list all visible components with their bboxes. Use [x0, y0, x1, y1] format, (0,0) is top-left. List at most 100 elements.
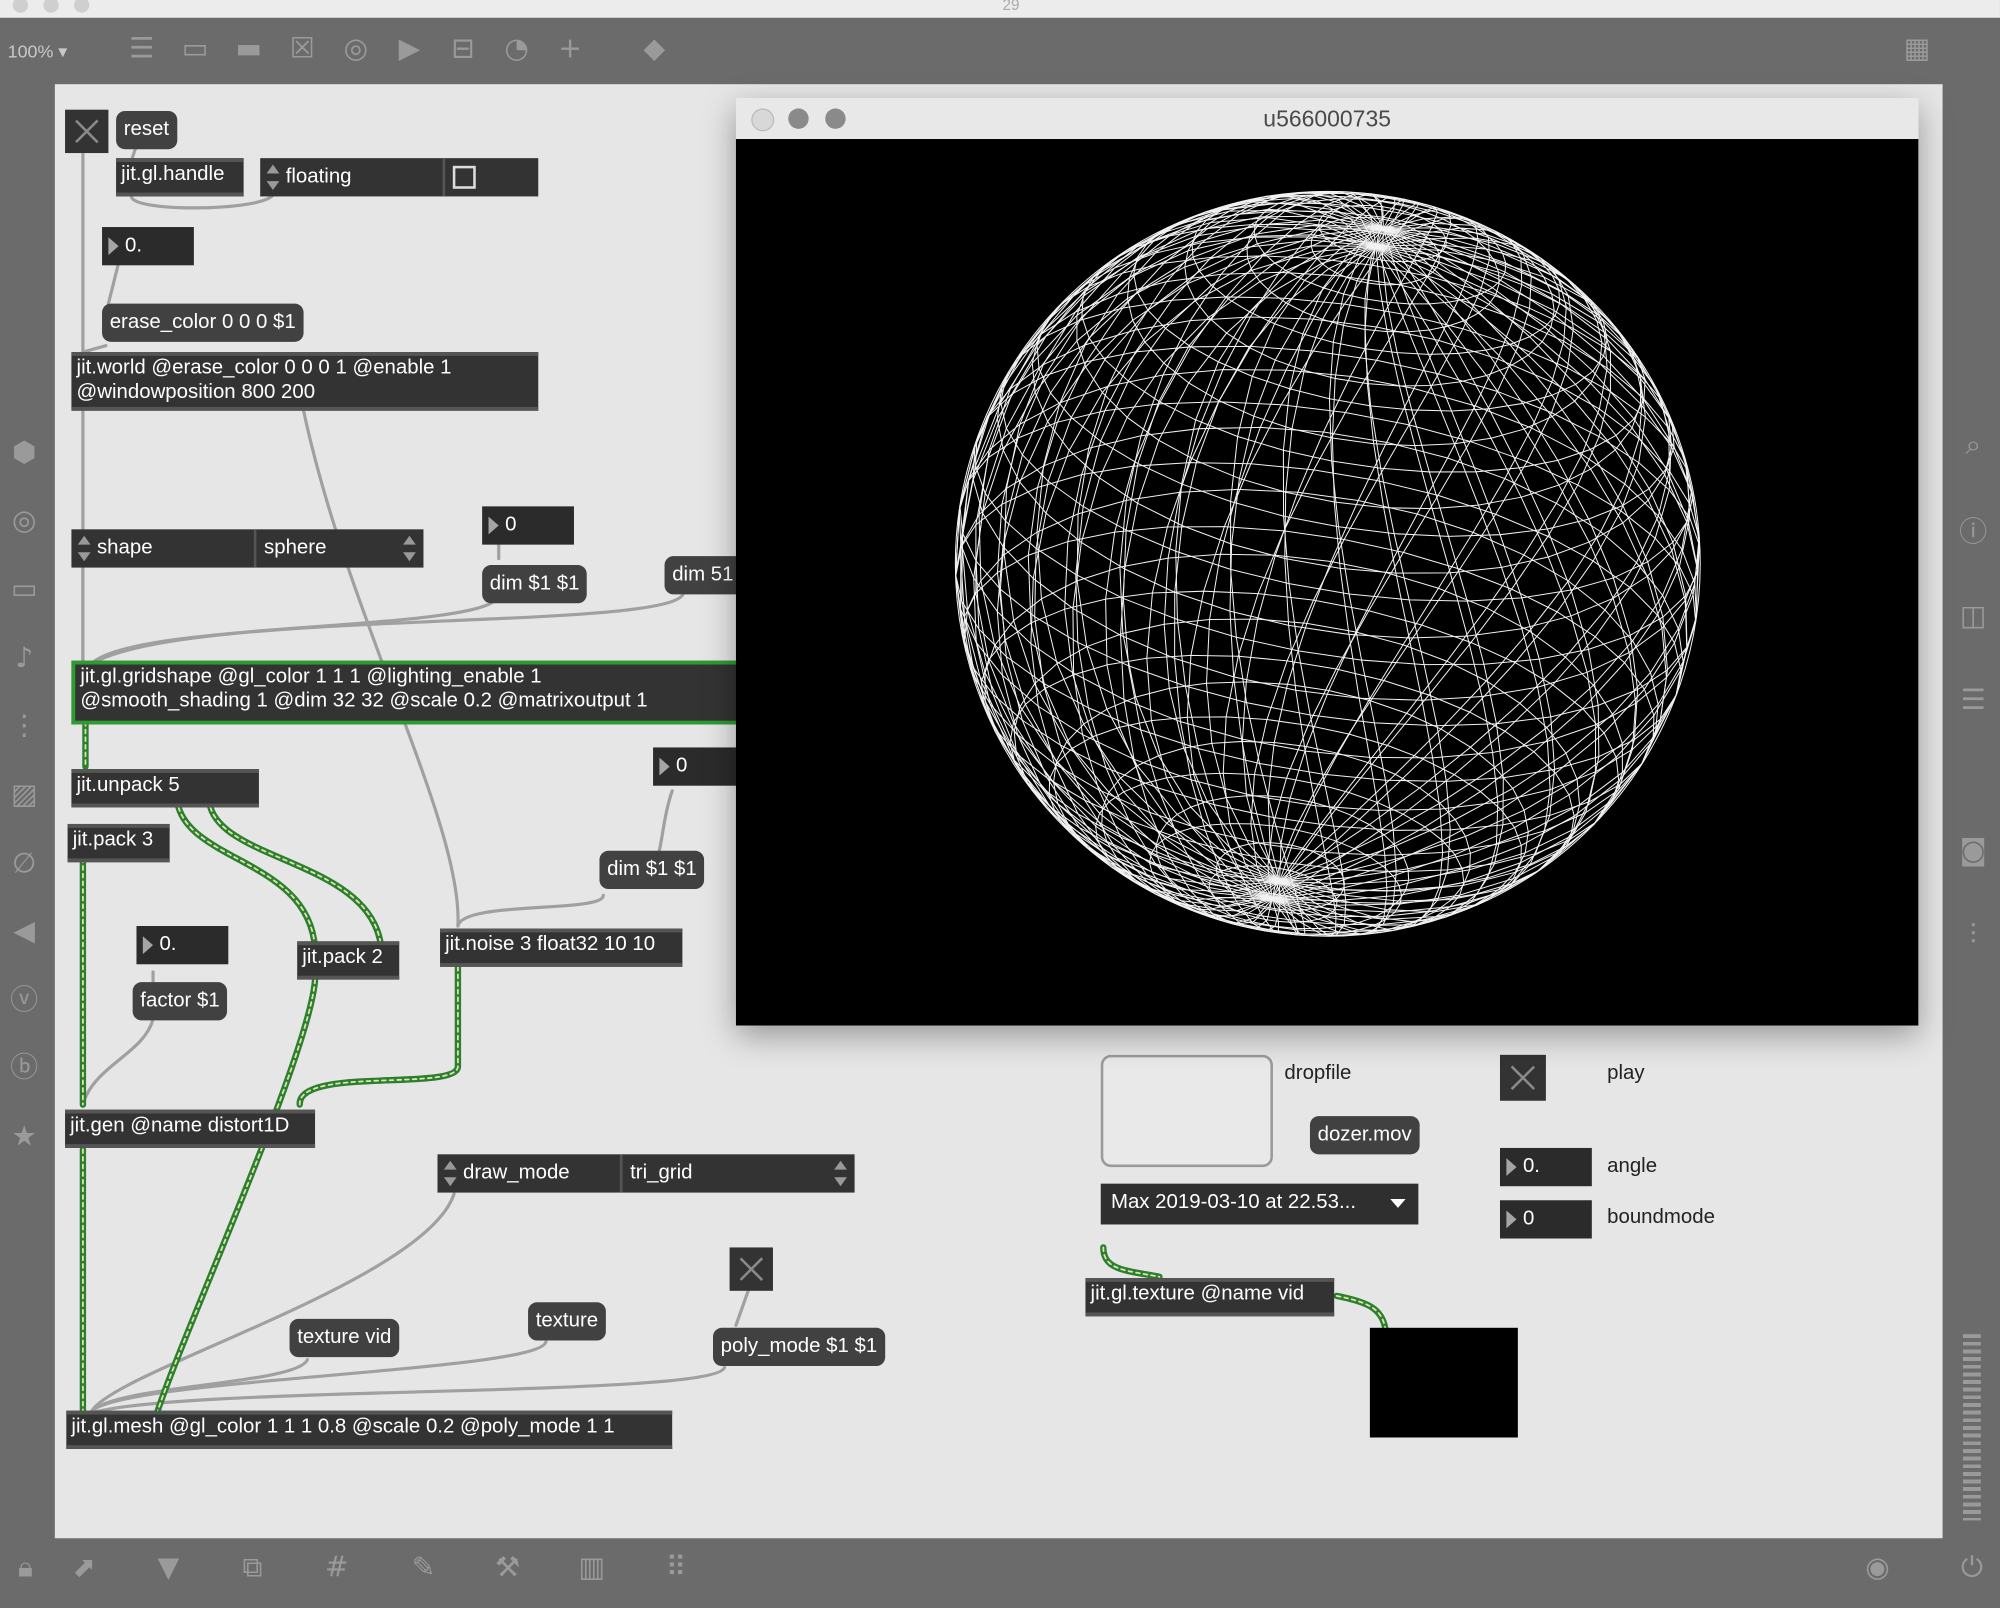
sequence-icon[interactable]: ⋮ — [6, 709, 42, 745]
jit-pack3-object[interactable]: jit.pack 3 — [67, 823, 170, 863]
jit-noise-object[interactable]: jit.noise 3 float32 10 10 — [440, 928, 683, 967]
chevron-down-icon — [1390, 1198, 1406, 1208]
alpha-number-box[interactable]: 0. — [102, 227, 194, 266]
cube-icon[interactable]: ⬢ — [6, 436, 42, 472]
draw-mode-attrui[interactable]: draw_mode tri_grid — [437, 1154, 855, 1193]
reset-toggle[interactable] — [65, 109, 109, 154]
paperclip-icon[interactable]: ∅ — [6, 847, 42, 883]
zoom-menu[interactable]: 100% ▾ — [8, 41, 68, 63]
texture-preview-pwindow — [1369, 1327, 1518, 1438]
lock-icon[interactable]: 🔒︎ — [8, 1551, 44, 1587]
attrui-value-arrows-icon — [403, 535, 416, 562]
slider-icon[interactable]: ⊟ — [446, 33, 479, 66]
dial-icon[interactable]: ◔ — [500, 33, 533, 66]
max-patcher-window: 29 100% ▾ ☰ ▭ ▬ ☒ ◎ ▶ ⊟ ◔ + ◆ ▦ ⬢ ◎ ▭ ♪ … — [0, 0, 2000, 1608]
shape-attrui[interactable]: shape sphere — [71, 529, 424, 568]
paint-bucket-icon[interactable]: ◆ — [638, 33, 671, 66]
comment-icon[interactable]: ▭ — [179, 33, 212, 66]
image-icon[interactable]: ▨ — [6, 778, 42, 814]
reset-message[interactable]: reset — [116, 110, 177, 150]
close-window-button[interactable] — [12, 0, 29, 13]
dim-message-3[interactable]: dim $1 $1 — [599, 850, 705, 890]
audio-icon[interactable]: ◉ — [1860, 1551, 1896, 1587]
button-icon[interactable]: ◎ — [339, 33, 372, 66]
jit-world-line2: @windowposition 800 200 — [76, 381, 316, 404]
render-view — [735, 139, 1919, 1026]
b-circle-icon[interactable]: ⓑ — [6, 1051, 42, 1087]
target-icon[interactable]: ◎ — [6, 504, 42, 540]
wireframe-sphere — [954, 190, 1701, 937]
factor-message[interactable]: factor $1 — [132, 982, 228, 1021]
erase-color-message[interactable]: erase_color 0 0 0 $1 — [102, 303, 304, 342]
boundmode-label: boundmode — [1607, 1206, 1715, 1229]
play-label: play — [1607, 1062, 1645, 1085]
shape-attrui-label: shape — [71, 529, 257, 568]
toggle-icon[interactable]: ☒ — [286, 33, 319, 66]
presentation-mode-icon[interactable]: ▼ — [151, 1551, 187, 1587]
camera-icon[interactable]: ◙ — [1955, 834, 1991, 870]
noise-dim-number-box[interactable]: 0 — [653, 747, 743, 786]
factor-number-box[interactable]: 0. — [136, 926, 229, 965]
floating-attrui[interactable]: floating — [260, 158, 539, 197]
edit-pointer-icon[interactable]: ⬈ — [66, 1551, 102, 1587]
grid-keyboard-icon[interactable]: ▦ — [1900, 33, 1933, 66]
list-icon[interactable]: ☰ — [1955, 684, 1991, 720]
poly-mode-toggle[interactable] — [729, 1247, 773, 1291]
zoom-window-button[interactable] — [73, 0, 90, 13]
poly-mode-message[interactable]: poly_mode $1 $1 — [713, 1327, 885, 1367]
play-toggle[interactable] — [1499, 1054, 1546, 1101]
gridshape-line2: @smooth_shading 1 @dim 32 32 @scale 0.2 … — [80, 690, 648, 712]
jit-pack2-object[interactable]: jit.pack 2 — [297, 941, 400, 980]
shape-attrui-value[interactable]: sphere — [256, 529, 326, 567]
jit-gen-object[interactable]: jit.gen @name distort1D — [65, 1109, 316, 1148]
minimize-window-button[interactable] — [43, 0, 59, 13]
plug-icon[interactable]: ◀ — [6, 915, 42, 951]
info-icon[interactable]: ⓘ — [1955, 515, 1991, 551]
jit-world-line1: jit.world @erase_color 0 0 0 1 @enable 1 — [76, 357, 452, 379]
jit-unpack-object[interactable]: jit.unpack 5 — [71, 769, 259, 808]
dim-number-box[interactable]: 0 — [482, 506, 574, 545]
bottom-toolbar: 🔒︎ ⬈ ▼ ⧉ # ✎ ⚒ ▥ ⠿ ◉ ⏻ — [0, 1538, 2000, 1608]
columns-icon[interactable]: ◫ — [1955, 599, 1991, 635]
grid-dots-icon[interactable]: ⠿ — [658, 1551, 694, 1587]
jit-gl-handle-object[interactable]: jit.gl.handle — [116, 158, 244, 197]
message-icon[interactable]: ▬ — [232, 33, 265, 66]
dim-message-2[interactable]: dim 51 — [664, 556, 742, 595]
umenu-value: Max 2019-03-10 at 22.53... — [1110, 1191, 1357, 1214]
add-icon[interactable]: + — [554, 33, 587, 66]
wrench-icon[interactable]: ⚒ — [490, 1551, 526, 1587]
jit-gl-texture-object[interactable]: jit.gl.texture @name vid — [1085, 1278, 1335, 1317]
jit-gl-mesh-object[interactable]: jit.gl.mesh @gl_color 1 1 1 0.8 @scale 0… — [66, 1410, 673, 1449]
dozer-message[interactable]: dozer.mov — [1309, 1116, 1420, 1155]
render-window[interactable]: u566000735 — [735, 98, 1919, 1026]
mixer-icon[interactable]: ⫶ — [1955, 918, 1991, 954]
v-circle-icon[interactable]: ⓥ — [6, 983, 42, 1019]
angle-number-box[interactable]: 0. — [1499, 1147, 1592, 1187]
keyboard-icon[interactable]: ▥ — [574, 1551, 610, 1587]
dropfile-area[interactable] — [1100, 1054, 1273, 1168]
inspector-icon[interactable]: ✎ — [406, 1551, 442, 1587]
grid-icon[interactable]: # — [319, 1551, 355, 1587]
floating-checkbox[interactable] — [445, 158, 476, 196]
texture-vid-message[interactable]: texture vid — [289, 1318, 399, 1358]
search-icon[interactable]: ⌕ — [1955, 429, 1991, 465]
music-note-icon[interactable]: ♪ — [6, 642, 42, 678]
presentation-icon[interactable]: ☰ — [125, 33, 158, 66]
window-title: 29 — [1002, 0, 1020, 15]
jit-world-object[interactable]: jit.world @erase_color 0 0 0 1 @enable 1… — [71, 352, 539, 411]
texture-message[interactable]: texture — [528, 1302, 606, 1341]
power-icon[interactable]: ⏻ — [1954, 1551, 1990, 1587]
draw-mode-attrui-label: draw_mode — [437, 1154, 623, 1193]
movie-umenu[interactable]: Max 2019-03-10 at 22.53... — [1100, 1183, 1419, 1225]
new-window-icon[interactable]: ⧉ — [235, 1551, 271, 1587]
dropfile-label: dropfile — [1284, 1062, 1352, 1085]
audio-meter — [1962, 1334, 1981, 1521]
draw-mode-attrui-value[interactable]: tri_grid — [622, 1154, 692, 1192]
floating-attrui-label: floating — [260, 158, 446, 197]
jit-gl-gridshape-object[interactable]: jit.gl.gridshape @gl_color 1 1 1 @lighti… — [71, 660, 748, 725]
slider-icon[interactable]: ▭ — [6, 573, 42, 609]
dim-message-1[interactable]: dim $1 $1 — [482, 565, 588, 604]
boundmode-number-box[interactable]: 0 — [1499, 1200, 1592, 1239]
star-icon[interactable]: ★ — [6, 1120, 42, 1156]
play-icon[interactable]: ▶ — [393, 33, 426, 66]
